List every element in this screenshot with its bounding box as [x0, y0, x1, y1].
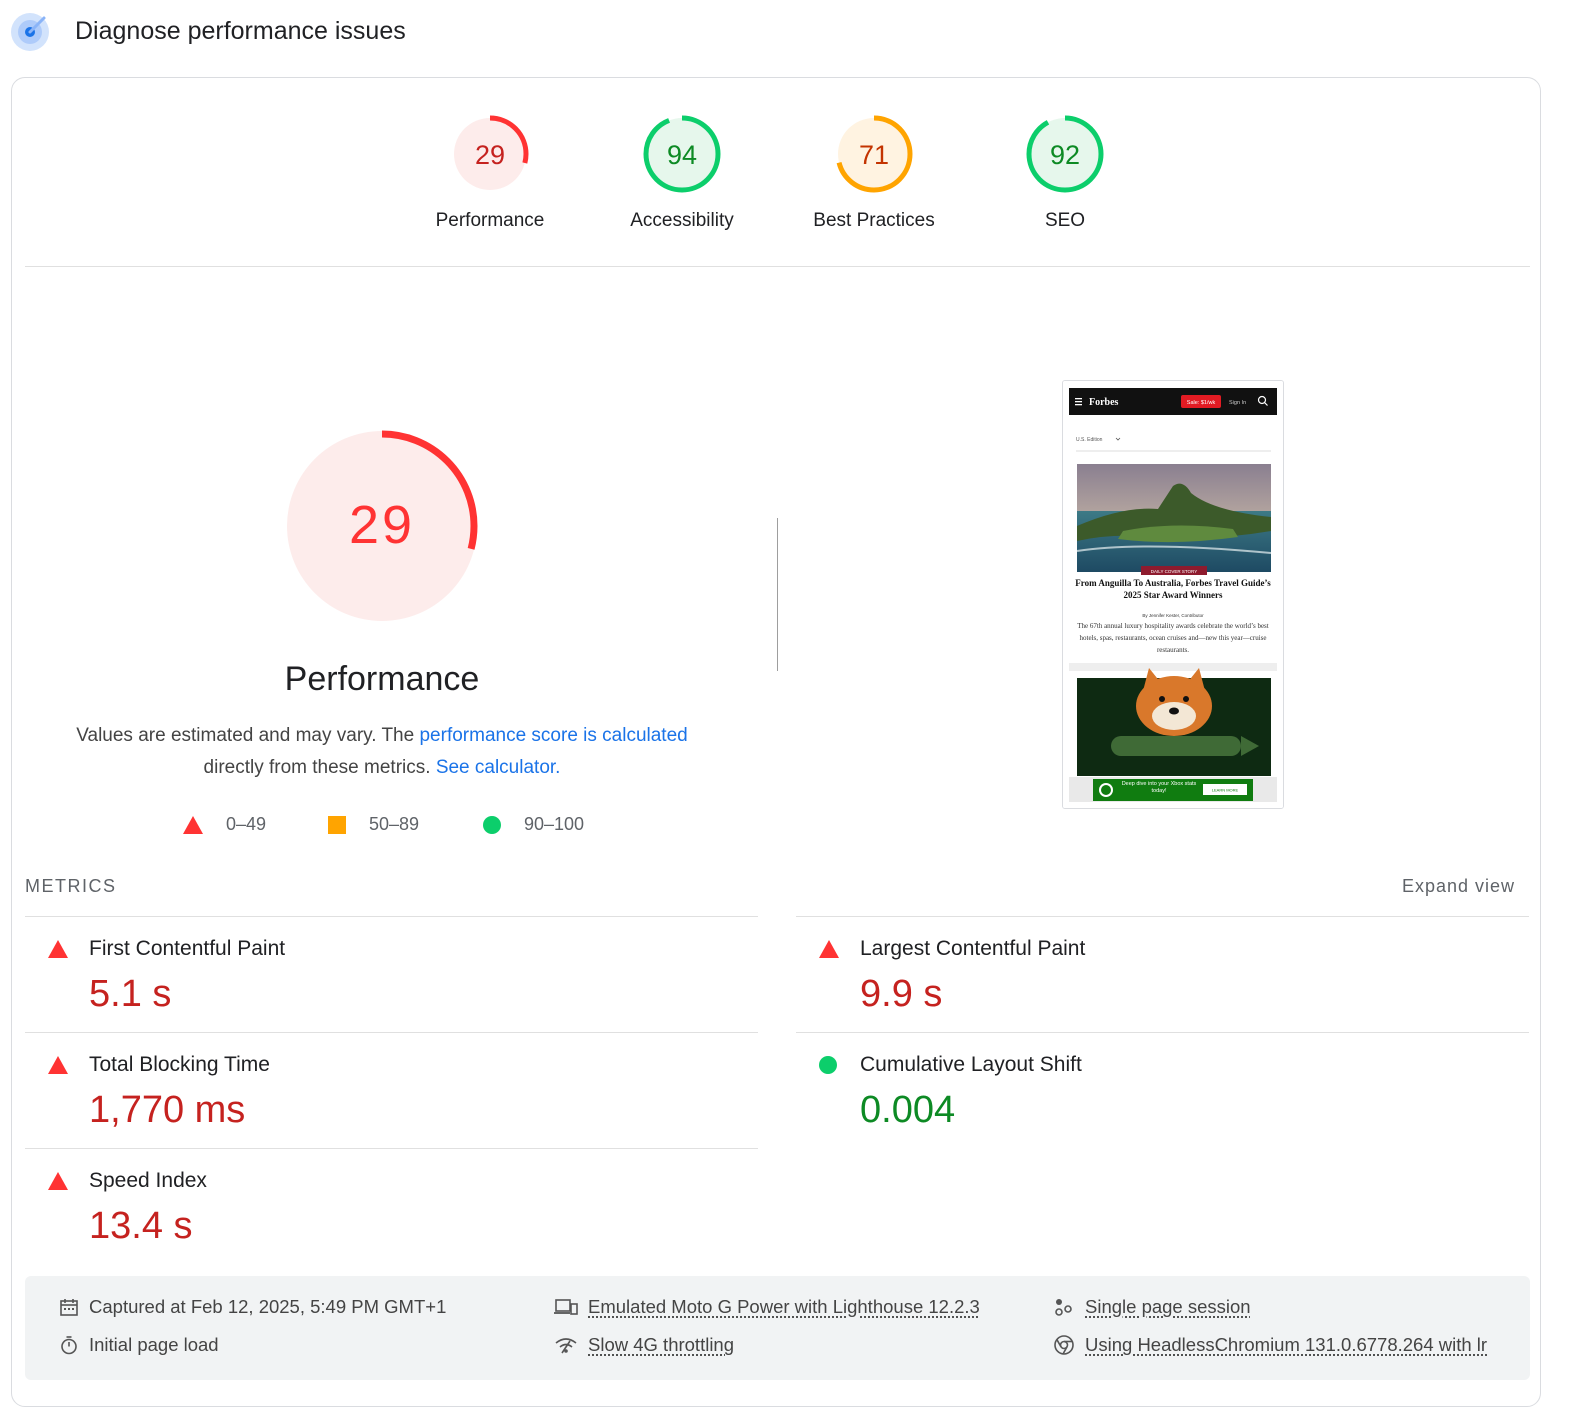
svg-text:29: 29	[349, 495, 415, 555]
legend-fail: 0–49	[182, 814, 266, 835]
gauge-ring: 94	[642, 114, 722, 194]
devices-icon	[554, 1297, 578, 1317]
svg-text:LEARN MORE: LEARN MORE	[1212, 788, 1239, 793]
gauge-label: Accessibility	[602, 210, 762, 232]
metric-speed-index: Speed Index 13.4 s	[25, 1148, 758, 1265]
square-icon	[327, 815, 347, 835]
emulated-device[interactable]: Emulated Moto G Power with Lighthouse 12…	[554, 1296, 980, 1318]
captured-at: Captured at Feb 12, 2025, 5:49 PM GMT+1	[59, 1296, 446, 1318]
fail-triangle-icon	[818, 939, 840, 959]
gauge-label: SEO	[985, 210, 1145, 232]
report-card: 29 Performance 94 Accessibility 71 Best …	[11, 77, 1541, 1407]
svg-text:Sign In: Sign In	[1229, 400, 1246, 406]
svg-text:92: 92	[1050, 140, 1080, 170]
metric-cumulative-layout-shift: Cumulative Layout Shift 0.004	[796, 1032, 1529, 1149]
session-icon	[1053, 1297, 1075, 1317]
score-calculated-link[interactable]: performance score is calculated	[419, 725, 687, 746]
svg-text:29: 29	[475, 140, 505, 170]
page-title: Diagnose performance issues	[75, 17, 406, 46]
gauge-label: Best Practices	[794, 210, 954, 232]
section-divider	[25, 266, 1530, 267]
svg-text:71: 71	[859, 140, 889, 170]
gauge-label: Performance	[410, 210, 570, 232]
pass-circle-icon	[818, 1055, 838, 1075]
performance-description: Values are estimated and may vary. The p…	[52, 720, 712, 784]
legend-pass: 90–100	[482, 814, 584, 835]
fail-triangle-icon	[47, 939, 69, 959]
legend-average: 50–89	[327, 814, 419, 835]
circle-icon	[482, 815, 502, 835]
performance-big-gauge: 29	[284, 428, 480, 624]
vertical-separator	[777, 518, 778, 671]
stopwatch-icon	[59, 1335, 79, 1355]
expand-view-toggle[interactable]: Expand view	[1402, 876, 1515, 897]
metric-first-contentful-paint: First Contentful Paint 5.1 s	[25, 916, 758, 1033]
runtime-settings: Captured at Feb 12, 2025, 5:49 PM GMT+1 …	[25, 1276, 1530, 1380]
initial-page-load: Initial page load	[59, 1334, 219, 1356]
gauge-ring: 92	[1025, 114, 1105, 194]
score-legend: 0–49 50–89 90–100	[182, 814, 622, 838]
svg-text:94: 94	[667, 140, 697, 170]
triangle-icon	[182, 815, 204, 835]
screenshot-image: Forbes Sale: $1/wk Sign In U.S. Edition	[1063, 381, 1283, 808]
performance-title: Performance	[182, 660, 582, 699]
see-calculator-link[interactable]: See calculator.	[436, 757, 561, 778]
page-header: Diagnose performance issues	[0, 0, 1572, 70]
gauge-best-practices[interactable]: 71 Best Practices	[794, 114, 954, 232]
svg-text:Sale: $1/wk: Sale: $1/wk	[1187, 400, 1216, 406]
svg-text:By Jennifer Kester, Contributo: By Jennifer Kester, Contributor	[1142, 613, 1204, 618]
metrics-heading: METRICS	[25, 876, 117, 897]
svg-text:U.S. Edition: U.S. Edition	[1076, 437, 1103, 443]
lighthouse-icon	[10, 12, 50, 52]
gauge-accessibility[interactable]: 94 Accessibility	[602, 114, 762, 232]
browser-version[interactable]: Using HeadlessChromium 131.0.6778.264 wi…	[1053, 1334, 1487, 1356]
metric-total-blocking-time: Total Blocking Time 1,770 ms	[25, 1032, 758, 1149]
fail-triangle-icon	[47, 1055, 69, 1075]
final-screenshot[interactable]: Forbes Sale: $1/wk Sign In U.S. Edition	[1062, 380, 1284, 809]
wifi-throttle-icon	[554, 1335, 578, 1355]
single-page-session[interactable]: Single page session	[1053, 1296, 1251, 1318]
metric-largest-contentful-paint: Largest Contentful Paint 9.9 s	[796, 916, 1529, 1033]
gauge-seo[interactable]: 92 SEO	[985, 114, 1145, 232]
chrome-icon	[1053, 1334, 1075, 1356]
gauge-performance[interactable]: 29 Performance	[410, 114, 570, 232]
network-throttling[interactable]: Slow 4G throttling	[554, 1334, 734, 1356]
score-gauges: 29 Performance 94 Accessibility 71 Best …	[12, 114, 1540, 244]
svg-text:DAILY COVER STORY: DAILY COVER STORY	[1151, 569, 1197, 574]
gauge-ring: 29	[450, 114, 530, 194]
svg-text:Forbes: Forbes	[1089, 397, 1119, 408]
gauge-ring: 71	[834, 114, 914, 194]
fail-triangle-icon	[47, 1171, 69, 1191]
calendar-icon	[59, 1297, 79, 1317]
